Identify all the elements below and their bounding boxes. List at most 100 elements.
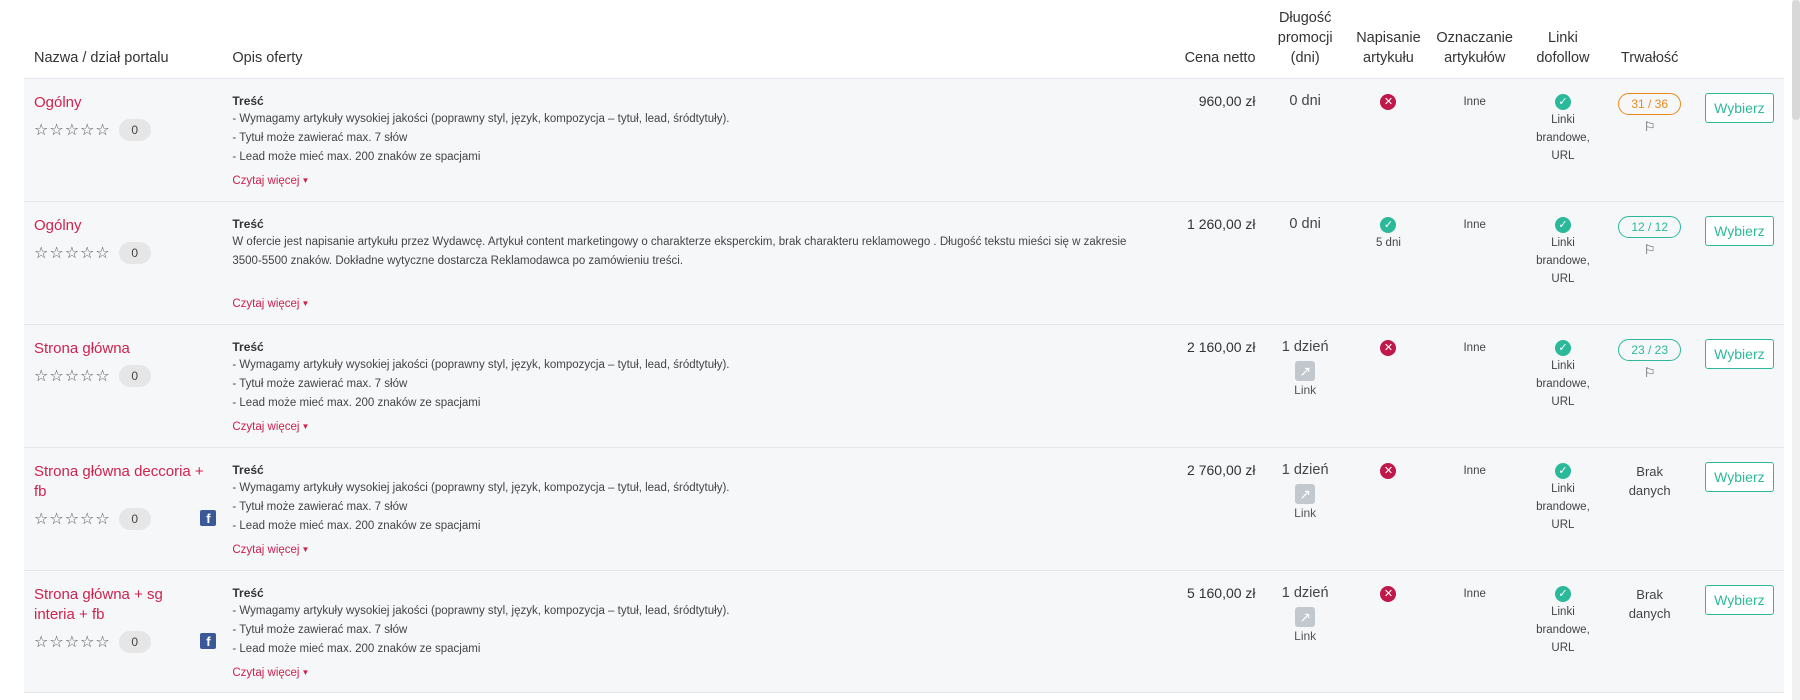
header-marking-line1: Oznaczanie xyxy=(1436,30,1513,46)
price-cell: 2 760,00 zł xyxy=(1168,448,1261,570)
header-action xyxy=(1695,68,1784,78)
portal-name-link[interactable]: Strona główna deccoria + fb xyxy=(34,462,222,502)
description-line: - Tytuł może zawierać max. 7 słów xyxy=(232,624,408,636)
header-duration[interactable]: Długość promocji (dni) xyxy=(1262,8,1349,78)
header-price[interactable]: Cena netto xyxy=(1168,48,1261,78)
flag-icon[interactable]: ⚐ xyxy=(1605,242,1695,258)
rating: ☆☆☆☆☆ 0 f xyxy=(34,631,222,653)
dofollow-line1: Linki xyxy=(1551,237,1575,249)
rating: ☆☆☆☆☆ 0 xyxy=(34,365,222,387)
header-marking[interactable]: Oznaczanie artykułów xyxy=(1428,28,1521,78)
rating-count-badge: 0 xyxy=(118,365,151,387)
x-circle-icon: ✕ xyxy=(1380,340,1397,356)
external-link-icon[interactable]: ↗ xyxy=(1295,361,1316,381)
description-line: - Tytuł może zawierać max. 7 słów xyxy=(232,501,408,513)
header-durability[interactable]: Trwałość xyxy=(1605,48,1695,78)
x-circle-icon: ✕ xyxy=(1380,94,1397,110)
read-more-link[interactable]: Czytaj więcej ▼ xyxy=(232,298,309,310)
durability-cell: Brak danych xyxy=(1605,571,1695,692)
price-value: 5 160,00 zł xyxy=(1187,585,1256,601)
header-duration-line3: (dni) xyxy=(1290,50,1320,66)
rating-count-badge: 0 xyxy=(118,508,151,530)
description-cell: Treść W ofercie jest napisanie artykułu … xyxy=(222,202,1168,324)
header-name[interactable]: Nazwa / dział portalu xyxy=(24,48,222,78)
table-row: Strona główna + sg interia + fb ☆☆☆☆☆ 0 … xyxy=(24,570,1784,693)
read-more-link[interactable]: Czytaj więcej ▼ xyxy=(232,421,309,433)
durability-badge: 12 / 12 xyxy=(1618,216,1682,238)
marking-value: Inne xyxy=(1463,465,1486,477)
dofollow-cell: ✓ Linki brandowe, URL xyxy=(1521,79,1604,201)
action-cell: Wybierz xyxy=(1695,325,1784,447)
portal-name-link[interactable]: Ogólny xyxy=(34,216,222,236)
read-more-link[interactable]: Czytaj więcej ▼ xyxy=(232,175,309,187)
select-button[interactable]: Wybierz xyxy=(1705,462,1774,492)
marking-value: Inne xyxy=(1463,96,1486,108)
external-link-icon[interactable]: ↗ xyxy=(1295,484,1316,504)
star-rating-icon[interactable]: ☆☆☆☆☆ xyxy=(34,366,111,386)
dofollow-line3: URL xyxy=(1551,396,1575,408)
header-writing[interactable]: Napisanie artykułu xyxy=(1349,28,1428,78)
duration-value: 0 dni xyxy=(1289,93,1321,109)
read-more-label: Czytaj więcej xyxy=(232,667,300,679)
read-more-label: Czytaj więcej xyxy=(232,421,300,433)
portal-name-link[interactable]: Strona główna + sg interia + fb xyxy=(34,585,222,625)
portal-name-link[interactable]: Strona główna xyxy=(34,339,222,359)
external-link-icon[interactable]: ↗ xyxy=(1295,607,1316,627)
star-rating-icon[interactable]: ☆☆☆☆☆ xyxy=(34,632,111,652)
marking-cell: Inne xyxy=(1428,448,1521,570)
price-value: 2 760,00 zł xyxy=(1187,462,1256,478)
description-line: - Wymagamy artykuły wysokiej jakości (po… xyxy=(232,359,730,371)
read-more-link[interactable]: Czytaj więcej ▼ xyxy=(232,544,309,556)
select-button[interactable]: Wybierz xyxy=(1705,216,1774,246)
dofollow-line2: brandowe, xyxy=(1536,624,1590,636)
star-rating-icon[interactable]: ☆☆☆☆☆ xyxy=(34,120,111,140)
vertical-scrollbar[interactable] xyxy=(1792,0,1800,700)
caret-down-icon: ▼ xyxy=(301,299,310,309)
action-cell: Wybierz xyxy=(1695,202,1784,324)
durability-cell: 12 / 12 ⚐ xyxy=(1605,202,1695,324)
header-writing-line1: Napisanie xyxy=(1356,30,1421,46)
header-duration-line1: Długość xyxy=(1278,10,1332,26)
read-more-link[interactable]: Czytaj więcej ▼ xyxy=(232,667,309,679)
dofollow-line1: Linki xyxy=(1551,360,1575,372)
link-label[interactable]: Link xyxy=(1262,506,1349,520)
header-description: Opis oferty xyxy=(232,50,303,66)
check-circle-icon: ✓ xyxy=(1380,217,1397,233)
description-cell: Treść - Wymagamy artykuły wysokiej jakoś… xyxy=(222,448,1168,570)
rating-count-badge: 0 xyxy=(118,119,151,141)
dofollow-cell: ✓ Linki brandowe, URL xyxy=(1521,325,1604,447)
header-duration-line2: promocji xyxy=(1277,30,1333,46)
header-dofollow[interactable]: Linki dofollow xyxy=(1521,28,1604,78)
x-circle-icon: ✕ xyxy=(1380,463,1397,479)
marking-cell: Inne xyxy=(1428,79,1521,201)
select-button[interactable]: Wybierz xyxy=(1705,585,1774,615)
select-button[interactable]: Wybierz xyxy=(1705,339,1774,369)
caret-down-icon: ▼ xyxy=(301,668,310,678)
dofollow-line2: brandowe, xyxy=(1536,255,1590,267)
caret-down-icon: ▼ xyxy=(301,422,310,432)
flag-icon[interactable]: ⚐ xyxy=(1605,119,1695,135)
durability-badge: 31 / 36 xyxy=(1618,93,1682,115)
price-cell: 5 160,00 zł xyxy=(1168,571,1261,692)
flag-icon[interactable]: ⚐ xyxy=(1605,365,1695,381)
name-cell: Strona główna + sg interia + fb ☆☆☆☆☆ 0 … xyxy=(24,571,222,692)
dofollow-line1: Linki xyxy=(1551,606,1575,618)
durability-cell: Brak danych xyxy=(1605,448,1695,570)
check-circle-icon: ✓ xyxy=(1554,463,1571,479)
table-row: Ogólny ☆☆☆☆☆ 0 Treść W ofercie jest napi… xyxy=(24,201,1784,324)
writing-cell: ✓ 5 dni xyxy=(1349,202,1428,324)
star-rating-icon[interactable]: ☆☆☆☆☆ xyxy=(34,509,111,529)
writing-cell: ✕ xyxy=(1349,448,1428,570)
description-line: - Wymagamy artykuły wysokiej jakości (po… xyxy=(232,605,730,617)
name-cell: Ogólny ☆☆☆☆☆ 0 xyxy=(24,79,222,201)
link-label[interactable]: Link xyxy=(1262,383,1349,397)
select-button[interactable]: Wybierz xyxy=(1705,93,1774,123)
link-label[interactable]: Link xyxy=(1262,629,1349,643)
rating: ☆☆☆☆☆ 0 xyxy=(34,119,222,141)
dofollow-line1: Linki xyxy=(1551,114,1575,126)
portal-name-link[interactable]: Ogólny xyxy=(34,93,222,113)
star-rating-icon[interactable]: ☆☆☆☆☆ xyxy=(34,243,111,263)
scrollbar-thumb[interactable] xyxy=(1792,0,1800,120)
description-line: - Tytuł może zawierać max. 7 słów xyxy=(232,378,408,390)
durability-no-data-line1: Brak xyxy=(1636,587,1664,602)
